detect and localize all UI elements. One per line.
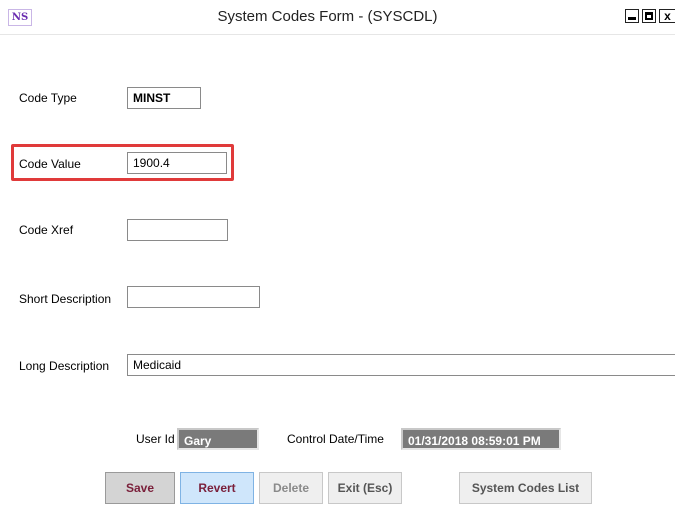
user-id-value: Gary [177, 428, 259, 450]
delete-button[interactable]: Delete [259, 472, 323, 504]
control-datetime-value: 01/31/2018 08:59:01 PM [401, 428, 561, 450]
exit-button[interactable]: Exit (Esc) [328, 472, 402, 504]
minimize-button[interactable] [625, 9, 639, 23]
long-description-input[interactable] [127, 354, 675, 376]
close-button[interactable]: x [659, 9, 675, 23]
code-value-label: Code Value [19, 157, 81, 171]
system-codes-list-button[interactable]: System Codes List [459, 472, 592, 504]
code-type-label: Code Type [19, 91, 77, 105]
title-bar: NS System Codes Form - (SYSCDL) x [0, 0, 675, 35]
short-description-input[interactable] [127, 286, 260, 308]
code-type-input[interactable] [127, 87, 201, 109]
control-datetime-label: Control Date/Time [287, 432, 384, 446]
user-id-label: User Id [136, 432, 175, 446]
code-xref-label: Code Xref [19, 223, 74, 237]
code-value-input[interactable] [127, 152, 227, 174]
save-button[interactable]: Save [105, 472, 175, 504]
short-description-label: Short Description [19, 292, 112, 306]
window-title: System Codes Form - (SYSCDL) [217, 8, 438, 25]
long-description-label: Long Description [19, 359, 110, 373]
code-xref-input[interactable] [127, 219, 228, 241]
revert-button[interactable]: Revert [180, 472, 254, 504]
maximize-button[interactable] [642, 9, 656, 23]
